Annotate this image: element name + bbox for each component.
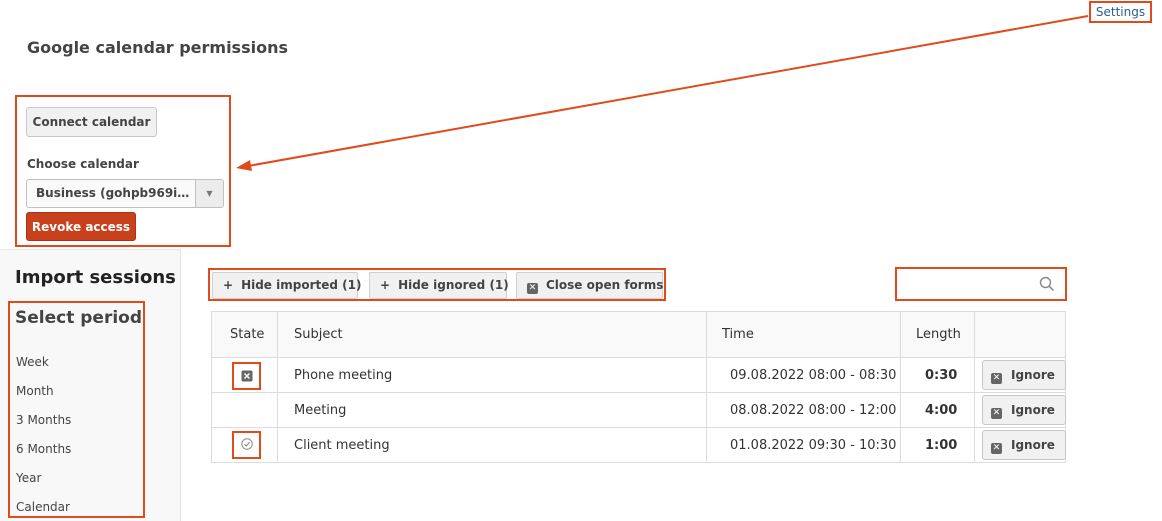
search-box [895, 267, 1067, 301]
header-subject[interactable]: Subject [294, 312, 343, 358]
page-title: Google calendar permissions [27, 38, 288, 57]
check-circle-icon [241, 438, 253, 450]
choose-calendar-label: Choose calendar [27, 157, 139, 171]
ignore-label: Ignore [1011, 403, 1055, 417]
column-divider [900, 312, 901, 462]
close-open-forms-button[interactable]: ✕ Close open forms [516, 272, 663, 299]
ignore-button[interactable]: ✕ Ignore [982, 430, 1066, 460]
time-cell: 09.08.2022 08:00 - 08:30 [730, 368, 897, 383]
select-period-highlight [8, 301, 145, 518]
period-item-3-months[interactable]: 3 Months [16, 413, 71, 427]
close-box-icon: ✕ [527, 283, 538, 294]
close-box-icon: ✕ [991, 408, 1002, 419]
ignore-label: Ignore [1011, 368, 1055, 382]
select-period-heading: Select period [15, 308, 143, 328]
hide-imported-label: Hide imported (1) [241, 278, 362, 292]
search-icon[interactable] [1039, 276, 1055, 292]
row-divider [212, 427, 1065, 428]
time-cell: 08.08.2022 08:00 - 12:00 [730, 403, 897, 418]
header-state[interactable]: State [230, 312, 265, 358]
column-divider [277, 312, 278, 462]
search-input[interactable] [901, 273, 1031, 295]
length-cell: 0:30 [925, 368, 958, 383]
period-item-calendar[interactable]: Calendar [16, 500, 70, 514]
column-divider [706, 312, 707, 462]
subject-cell: Meeting [294, 403, 347, 418]
hide-ignored-button[interactable]: + Hide ignored (1) [369, 272, 509, 299]
length-cell: 4:00 [925, 403, 958, 418]
close-box-icon: ✕ [991, 373, 1002, 384]
state-cell-highlight [232, 431, 261, 459]
row-divider [212, 392, 1065, 393]
close-open-forms-label: Close open forms [546, 278, 664, 292]
hide-imported-button[interactable]: + Hide imported (1) [212, 272, 362, 299]
close-box-icon: ✕ [991, 443, 1002, 454]
plus-icon: + [223, 278, 234, 292]
period-item-week[interactable]: Week [16, 355, 49, 369]
plus-icon: + [380, 278, 391, 292]
header-time[interactable]: Time [722, 312, 754, 358]
ignore-button[interactable]: ✕ Ignore [982, 360, 1066, 390]
import-sessions-heading: Import sessions [15, 267, 176, 288]
ignore-button[interactable]: ✕ Ignore [982, 395, 1066, 425]
subject-cell: Client meeting [294, 438, 390, 453]
hide-ignored-label: Hide ignored (1) [398, 278, 509, 292]
state-cell-highlight [232, 362, 261, 390]
calendar-select-value: Business (gohpb969iatiq... [36, 186, 194, 200]
calendar-select[interactable]: Business (gohpb969iatiq... ▼ [26, 179, 224, 208]
settings-link[interactable]: Settings [1089, 1, 1152, 23]
time-cell: 01.08.2022 09:30 - 10:30 [730, 438, 897, 453]
length-cell: 1:00 [925, 438, 958, 453]
subject-cell: Phone meeting [294, 368, 393, 383]
ignore-label: Ignore [1011, 438, 1055, 452]
chevron-down-icon[interactable]: ▼ [195, 180, 223, 207]
period-item-month[interactable]: Month [16, 384, 54, 398]
column-divider [974, 312, 975, 462]
header-length[interactable]: Length [916, 312, 961, 358]
sessions-table: State Subject Time Length Phone meeting … [211, 311, 1066, 463]
period-item-year[interactable]: Year [16, 471, 41, 485]
period-item-6-months[interactable]: 6 Months [16, 442, 71, 456]
revoke-access-button[interactable]: Revoke access [26, 212, 136, 241]
ignored-box-icon [241, 370, 253, 382]
connect-calendar-button[interactable]: Connect calendar [26, 107, 157, 137]
